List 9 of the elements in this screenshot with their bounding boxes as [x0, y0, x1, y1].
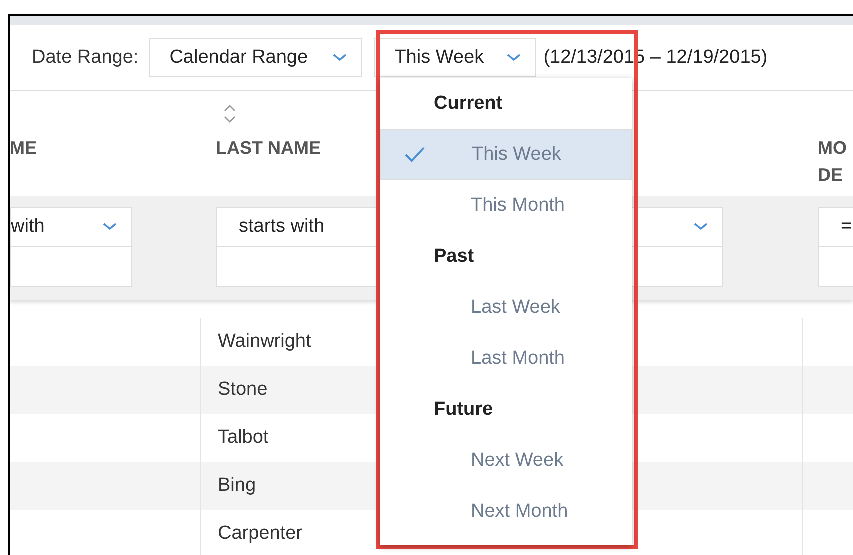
table-cell: Carpenter [218, 523, 302, 545]
table-cell: Bing [218, 475, 256, 497]
table-cell: Talbot [218, 427, 269, 449]
menu-group-heading: Future [433, 398, 494, 422]
date-range-label: Date Range: [32, 46, 139, 68]
menu-group-heading: Past [433, 244, 476, 268]
table-cell: Wainwright [218, 331, 312, 353]
table-cell: Stone [218, 379, 268, 401]
menu-group-heading: Current [433, 92, 504, 116]
